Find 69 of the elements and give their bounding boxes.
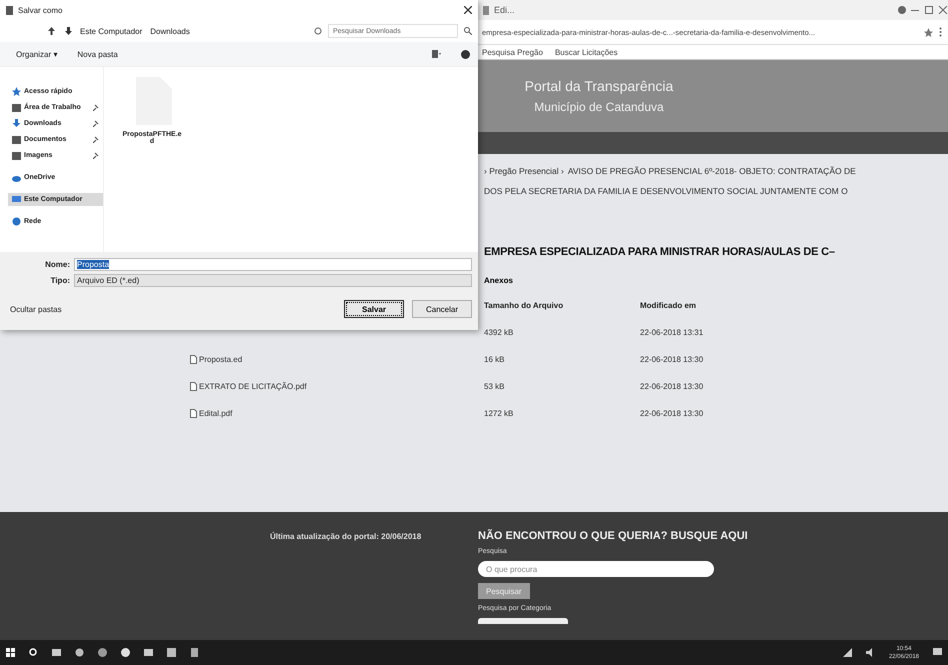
table-cell-text: 4392 kB	[484, 328, 514, 337]
dialog-button[interactable]: Salvar	[344, 300, 404, 318]
file-icon	[190, 355, 197, 364]
close-icon[interactable]	[464, 6, 472, 14]
table-cell-text: 1272 kB	[484, 409, 514, 418]
maximize-icon[interactable]	[924, 6, 934, 14]
file-icon	[190, 409, 197, 418]
field-label: Tipo:	[50, 276, 70, 285]
folder-icon	[12, 103, 21, 112]
portal-subtitle: Município de Catanduva	[534, 100, 664, 114]
dialog-title: Salvar como	[18, 6, 62, 14]
download-icon	[12, 119, 21, 128]
account-icon[interactable]	[898, 6, 906, 14]
table-cell-text: 53 kB	[484, 382, 506, 391]
toolbar-button[interactable]: Organizar ▾	[16, 50, 58, 58]
breadcrumb-text: AVISO DE PREGÃO PRESENCIAL 6º-2018- OBJETO: CONTRATAÇÃO DE	[568, 166, 856, 176]
dialog-button[interactable]: Cancelar	[412, 300, 472, 318]
hide-folders-toggle[interactable]: Ocultar pastas	[10, 304, 62, 314]
page-icon	[482, 6, 490, 14]
section-title: Anexos	[484, 276, 513, 285]
search-icon[interactable]	[29, 648, 38, 657]
search-field[interactable]: O que procura	[478, 561, 714, 577]
file-link[interactable]: Edital.pdf	[199, 409, 232, 418]
bookmark-link[interactable]: Pesquisa Pregão	[482, 48, 543, 56]
volume-icon[interactable]	[866, 648, 875, 657]
computer-icon	[12, 195, 21, 204]
star-icon	[12, 87, 21, 96]
refresh-icon[interactable]	[314, 27, 322, 35]
filename-field[interactable]: Proposta	[74, 258, 472, 271]
breadcrumb-text: DOS PELA SECRETARIA DA FAMILIA E DESENVOLVIMENTO SOCIAL JUNTAMENTE COM O	[484, 186, 849, 196]
table-cell-text: 22-06-2018 13:30	[640, 355, 704, 364]
page-heading: EMPRESA ESPECIALIZADA PARA MINISTRAR HORAS/AULAS DE C–	[484, 246, 835, 258]
table-cell-text: 22-06-2018 13:31	[640, 328, 704, 337]
search-icon[interactable]	[464, 27, 472, 35]
column-header: Tamanho do Arquivo	[484, 301, 564, 310]
browser-icon[interactable]	[75, 648, 84, 657]
path-segment[interactable]: Este Computador	[80, 26, 142, 36]
file-link[interactable]: EXTRATO DE LICITAÇÃO.pdf	[199, 382, 307, 391]
address-field[interactable]: Este Computador Downloads	[61, 24, 308, 38]
bookmark-link[interactable]: Buscar Licitações	[554, 48, 618, 56]
table-cell-text: 16 kB	[484, 355, 506, 364]
file-type-dropdown[interactable]: Arquivo ED (*.ed)	[74, 274, 472, 287]
app-icon[interactable]	[98, 648, 107, 657]
document-icon	[6, 6, 13, 14]
star-icon[interactable]	[924, 28, 933, 36]
breadcrumb-link[interactable]: › Pregão Presencial ›	[484, 166, 564, 176]
field-label: Nome:	[44, 260, 70, 269]
cloud-icon	[12, 173, 21, 182]
toolbar-button[interactable]: Nova pasta	[77, 50, 118, 58]
file-link[interactable]: Proposta.ed	[199, 355, 242, 364]
task-view-icon[interactable]	[52, 648, 61, 657]
path-segment[interactable]: Downloads	[150, 26, 190, 36]
table-cell-text: 22-06-2018 13:30	[640, 382, 704, 391]
browser-tab[interactable]: Edi...	[494, 5, 515, 15]
table-cell-text: 22-06-2018 13:30	[640, 409, 704, 418]
footer-heading: NÃO ENCONTROU O QUE QUERIA? BUSQUE AQUI	[478, 530, 748, 542]
column-header: Modificado em	[640, 301, 698, 310]
app-icon[interactable]	[121, 648, 130, 657]
file-icon	[190, 382, 197, 391]
notification-icon[interactable]	[933, 648, 942, 657]
windows-icon[interactable]	[6, 648, 15, 657]
up-arrow-icon[interactable]	[48, 27, 55, 35]
update-note: Última atualização do portal: 20/06/2018	[270, 532, 422, 541]
folder-icon[interactable]	[144, 648, 153, 657]
download-icon	[65, 26, 72, 36]
app-icon[interactable]	[190, 648, 199, 657]
portal-title: Portal da Transparência	[524, 78, 674, 94]
view-icon[interactable]	[432, 50, 441, 58]
menu-icon[interactable]	[939, 27, 942, 37]
